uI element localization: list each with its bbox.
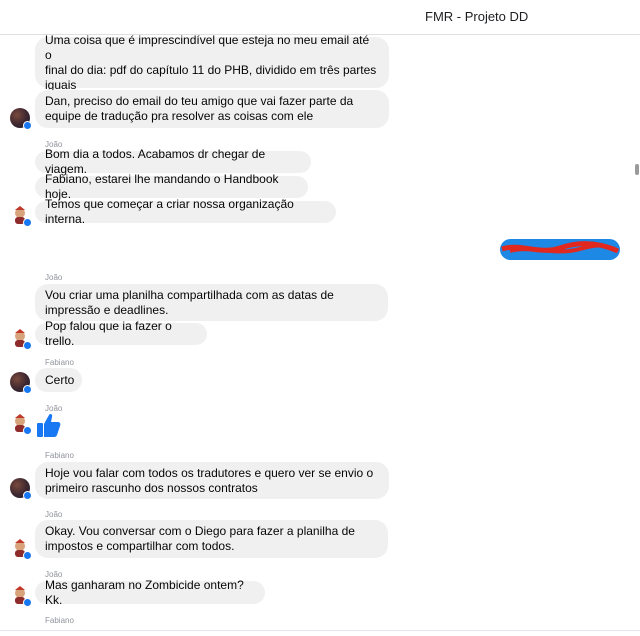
avatar[interactable] [10,205,32,227]
scrollbar-thumb[interactable] [635,164,639,175]
divider [0,630,640,631]
messenger-badge-icon [23,598,32,607]
messenger-badge-icon [23,551,32,560]
messenger-badge-icon [23,491,32,500]
sender-name: João [45,510,63,519]
thumbs-up-icon [37,413,61,437]
messenger-badge-icon [23,385,32,394]
message-bubble: Pop falou que ia fazer o trello. [35,319,207,348]
chat-header: FMR - Projeto DD [0,0,640,35]
message-bubble: Certo [35,368,82,392]
message-bubble: Okay. Vou conversar com o Diego para faz… [35,520,388,558]
messenger-badge-icon [23,341,32,350]
sender-name: João [45,273,63,282]
avatar[interactable] [10,413,32,435]
sender-name: Fabiano [45,616,74,625]
outgoing-message-bubble [500,239,620,260]
message-bubble: Bom dia a todos. Acabamos dr chegar de v… [35,147,311,176]
avatar[interactable] [10,372,32,394]
message-bubble: Uma coisa que é imprescindível que estej… [35,33,389,92]
sender-name: Fabiano [45,358,74,367]
message-bubble: Mas ganharam no Zombicide ontem? Kk. [35,578,265,607]
avatar[interactable] [10,538,32,560]
messenger-badge-icon [23,121,32,130]
messenger-badge-icon [23,218,32,227]
avatar[interactable] [10,108,32,130]
avatar[interactable] [10,585,32,607]
messenger-badge-icon [23,426,32,435]
message-bubble: Temos que começar a criar nossa organiza… [35,197,336,226]
message-bubble: Hoje vou falar com todos os tradutores e… [35,462,389,499]
message-bubble: Vou criar uma planilha compartilhada com… [35,284,388,321]
redaction-scribble [501,241,620,254]
avatar[interactable] [10,478,32,500]
avatar[interactable] [10,328,32,350]
message-bubble: Fabiano, estarei lhe mandando o Handbook… [35,172,308,201]
sender-name: Fabiano [45,451,74,460]
conversation-title: FMR - Projeto DD [425,9,529,24]
message-bubble: Dan, preciso do email do teu amigo que v… [35,90,389,128]
